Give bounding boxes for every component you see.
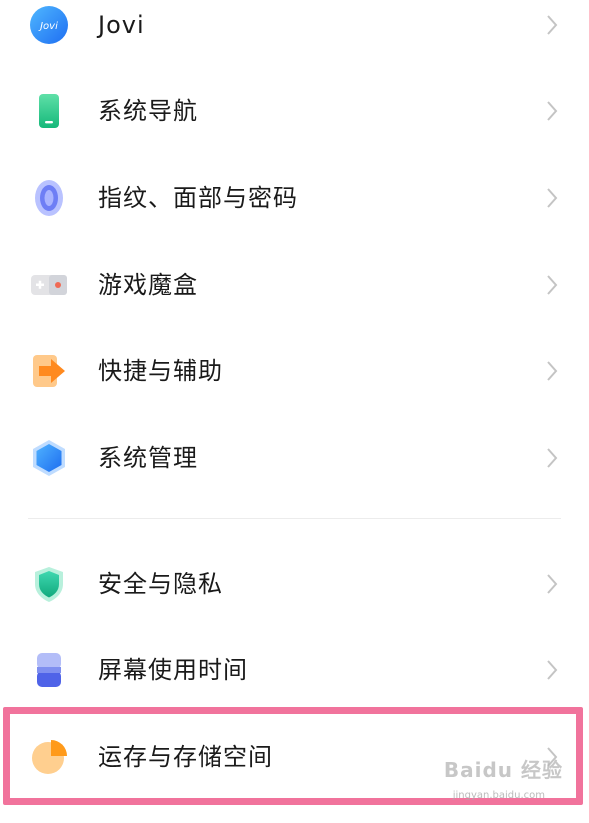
settings-item-label: 快捷与辅助 xyxy=(98,357,223,385)
settings-item-fingerprint-face-password[interactable]: 指纹、面部与密码 xyxy=(0,155,589,241)
chevron-right-icon xyxy=(547,188,558,208)
shortcut-arrow-icon xyxy=(28,350,70,392)
section-divider xyxy=(28,518,561,519)
settings-item-screen-time[interactable]: 屏幕使用时间 xyxy=(0,627,589,713)
settings-item-game-box[interactable]: 游戏魔盒 xyxy=(0,242,589,328)
shield-icon xyxy=(28,563,70,605)
chevron-right-icon xyxy=(547,361,558,381)
phone-navigation-icon xyxy=(28,90,70,132)
settings-item-system-navigation[interactable]: 系统导航 xyxy=(0,68,589,154)
settings-item-system-management[interactable]: 系统管理 xyxy=(0,415,589,501)
jovi-icon-text: Jovi xyxy=(38,21,58,32)
settings-item-label: 屏幕使用时间 xyxy=(98,656,248,684)
chevron-right-icon xyxy=(547,275,558,295)
baidu-watermark: Baidu 经验 xyxy=(443,758,563,782)
pie-chart-icon xyxy=(28,736,70,778)
chevron-right-icon xyxy=(547,15,558,35)
watermark-url: jingyan.baidu.com xyxy=(452,790,545,801)
settings-item-label: Jovi xyxy=(98,11,145,39)
settings-item-security-privacy[interactable]: 安全与隐私 xyxy=(0,541,589,627)
chevron-right-icon xyxy=(547,574,558,594)
settings-item-jovi[interactable]: Jovi Jovi xyxy=(0,0,589,68)
fingerprint-icon xyxy=(28,177,70,219)
settings-item-shortcuts-accessibility[interactable]: 快捷与辅助 xyxy=(0,328,589,414)
settings-item-label: 指纹、面部与密码 xyxy=(98,184,298,212)
settings-item-label: 游戏魔盒 xyxy=(98,271,198,299)
jovi-icon: Jovi xyxy=(28,4,70,46)
chevron-right-icon xyxy=(547,660,558,680)
chevron-right-icon xyxy=(547,448,558,468)
chevron-right-icon xyxy=(547,101,558,121)
settings-item-label: 运存与存储空间 xyxy=(98,743,273,771)
settings-item-label: 系统管理 xyxy=(98,444,198,472)
settings-item-label: 系统导航 xyxy=(98,97,198,125)
settings-item-label: 安全与隐私 xyxy=(98,570,223,598)
hexagon-icon xyxy=(28,437,70,479)
gamepad-icon xyxy=(28,264,70,306)
hourglass-icon xyxy=(28,649,70,691)
